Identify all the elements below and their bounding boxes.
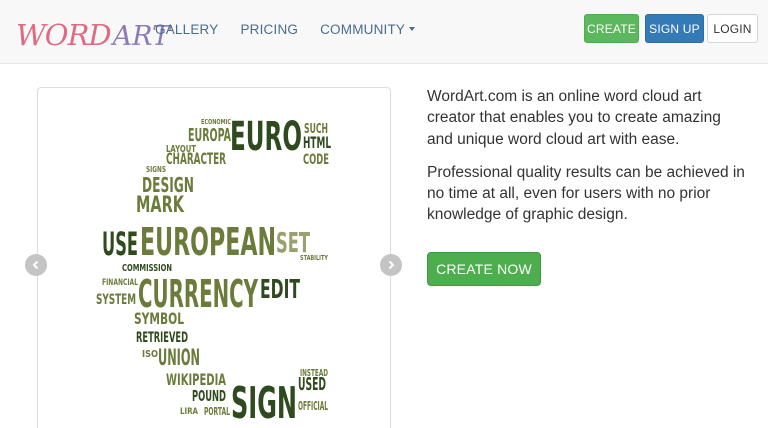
cloud-word: EUROPEAN: [140, 220, 276, 264]
cloud-word: LIRA: [180, 407, 198, 417]
cloud-word: POUND: [192, 387, 226, 405]
cloud-word: SYSTEM: [96, 292, 136, 308]
nav-community-label: COMMUNITY: [320, 22, 406, 37]
cloud-word: EDIT: [260, 275, 300, 305]
cloud-word: RETRIEVED: [136, 330, 188, 346]
cloud-word: EURO: [230, 114, 302, 160]
cloud-word: INSTEAD: [300, 368, 328, 379]
word-cloud-carousel[interactable]: EURO EUROPA ECONOMIC SUCH HTML LAYOUT CH…: [37, 87, 391, 428]
cloud-word: STABILITY: [300, 254, 329, 262]
cloud-word: USE: [102, 225, 138, 263]
euro-word-cloud-image: EURO EUROPA ECONOMIC SUCH HTML LAYOUT CH…: [38, 88, 390, 428]
cloud-word: UNION: [158, 346, 200, 371]
hero-description: WordArt.com is an online word cloud art …: [427, 88, 721, 148]
hero-text: WordArt.com is an online word cloud art …: [427, 86, 747, 238]
login-button[interactable]: LOGIN: [707, 14, 758, 43]
cloud-word: FINANCIAL: [102, 278, 138, 288]
top-navbar: WORD ART GALLERY PRICING COMMUNITY CREAT…: [0, 0, 768, 64]
caret-down-icon: [409, 27, 416, 32]
chevron-right-icon: [388, 260, 395, 270]
create-now-button[interactable]: CREATE NOW: [427, 252, 541, 286]
cloud-word: EUROPA: [188, 125, 231, 146]
cloud-word: HTML: [303, 133, 331, 152]
chevron-left-icon: [32, 260, 39, 270]
carousel-prev-button[interactable]: [25, 254, 47, 276]
hero-description-secondary: Professional quality results can be achi…: [427, 163, 745, 224]
carousel-next-button[interactable]: [380, 254, 402, 276]
main-nav: GALLERY PRICING COMMUNITY: [155, 20, 437, 40]
cloud-word: OFFICIAL: [298, 399, 328, 413]
cloud-word: MARK: [136, 193, 185, 218]
cloud-word: ISO: [142, 349, 158, 360]
cloud-word: CODE: [303, 152, 329, 168]
cloud-word: ECONOMIC: [201, 118, 231, 126]
wordart-logo[interactable]: WORD ART: [16, 10, 170, 52]
cloud-word: CHARACTER: [166, 149, 226, 168]
cloud-word: SIGN: [231, 378, 297, 428]
nav-community[interactable]: COMMUNITY: [320, 20, 416, 40]
sign-up-button[interactable]: SIGN UP: [645, 14, 704, 43]
logo-word: WORD: [16, 18, 112, 52]
cloud-word: SYMBOL: [134, 309, 184, 328]
create-button[interactable]: CREATE: [584, 14, 639, 43]
nav-pricing[interactable]: PRICING: [240, 20, 298, 40]
nav-gallery[interactable]: GALLERY: [155, 20, 218, 40]
cloud-word: PORTAL: [204, 405, 230, 418]
